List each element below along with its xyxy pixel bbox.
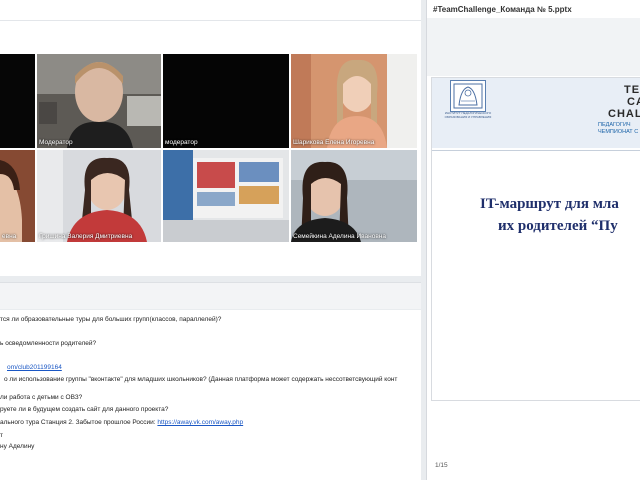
participant-tile[interactable] [0,54,35,148]
chat-message-text: ального тура Станция 2. Забытое прошлое … [0,419,158,426]
presentation-file-title: #TeamChallenge_Команда № 5.pptx [433,5,572,14]
brand-subtitle-line: ПЕДАГОГИЧ [598,122,631,128]
chat-message: о ли использование группы "вконтакте" дл… [4,376,398,383]
presentation-toolbar-area [427,18,640,76]
video-frame-office [163,150,289,242]
participant-tile[interactable]: Семейкина Аделина Ивановна [291,150,417,242]
presentation-slide[interactable]: ИНСТИТУТ ПЕДАГОГИЧЕСКОГО ОБРАЗОВАНИЯ И У… [431,77,640,401]
brand-subtitle-line: ЧЕМПИОНАТ С [598,129,639,135]
video-frame-grishina [37,150,161,242]
presentation-panel: #TeamChallenge_Команда № 5.pptx ИНСТИТУТ… [426,0,640,480]
video-grid: Модератор модератор Шарикова Елена Игоре… [0,0,421,276]
chat-message: ь осведомленности родителей? [0,340,97,347]
chat-panel[interactable]: тся ли образовательные туры для больших … [0,310,421,480]
team-challenge-brand: TEA CAL CHAL [608,84,640,120]
chat-message: ли работа с детьми с ОВЗ? [0,394,83,401]
participant-tile[interactable]: Гришина Валерия Дмитриевна [37,150,161,242]
brand-subtitle: ПЕДАГОГИЧ ЧЕМПИОНАТ С [598,122,638,136]
slide-heading-line: их родителей “Пу [498,218,618,234]
chat-header [0,282,421,309]
chat-message: т [0,432,3,439]
institute-logo-caption: ИНСТИТУТ ПЕДАГОГИЧЕСКОГО ОБРАЗОВАНИЯ И У… [444,111,492,119]
slide-divider [432,150,640,151]
participant-name: модератор [165,139,198,146]
participant-name: евна [2,233,17,240]
chat-message: руете ли в будущем создать сайт для данн… [0,406,169,413]
chat-message: тся ли образовательные туры для больших … [0,316,222,323]
participant-tile[interactable]: Шарикова Елена Игоревна [291,54,417,148]
chat-message: ального тура Станция 2. Забытое прошлое … [0,419,243,426]
participant-tile[interactable]: модератор [163,54,289,148]
slide-header: ИНСТИТУТ ПЕДАГОГИЧЕСКОГО ОБРАЗОВАНИЯ И У… [432,78,640,148]
participant-name: Модератор [39,139,73,146]
chat-link[interactable]: om/club201199164 [7,364,62,371]
brand-line: TEA [624,84,640,96]
slide-heading-line: IT-маршрут для мла [480,196,619,212]
participant-name: Семейкина Аделина Ивановна [293,233,386,240]
video-toolbar [0,0,421,21]
participant-name: Шарикова Елена Игоревна [293,139,375,146]
participant-tile[interactable] [163,150,289,242]
participant-tile[interactable]: евна [0,150,35,242]
page-indicator: 1/15 [435,462,448,469]
video-frame-partial [0,150,35,242]
brand-line: CHAL [608,108,640,120]
brand-line: CAL [627,96,640,108]
video-frame-sharikova [291,54,417,148]
chat-message: ну Аделину [0,443,35,450]
video-frame-moderator [37,54,161,148]
chat-link[interactable]: https://away.vk.com/away.php [157,419,243,426]
institute-logo-graphic [453,83,483,109]
video-frame-semeykina [291,150,417,242]
participant-tile[interactable]: Модератор [37,54,161,148]
participant-name: Гришина Валерия Дмитриевна [39,233,133,240]
institute-logo-icon [450,80,486,112]
